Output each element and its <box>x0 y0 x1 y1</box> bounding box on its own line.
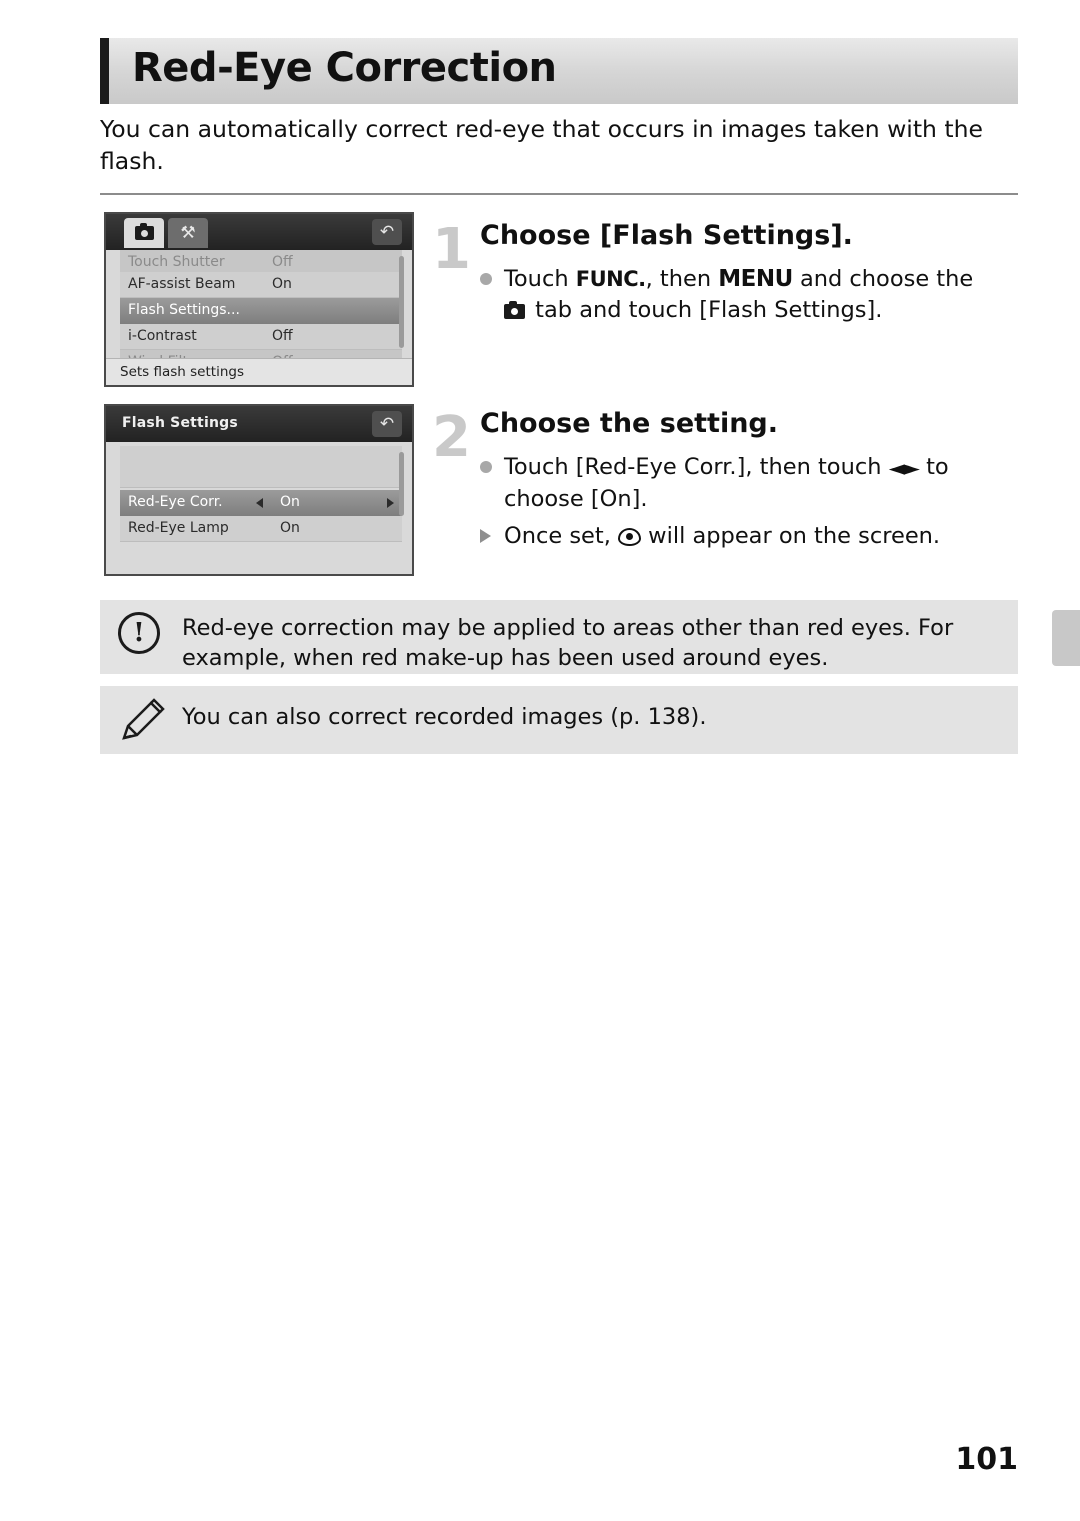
screen1-footer: Sets flash settings <box>106 358 412 385</box>
menu-row-red-eye-corr[interactable]: Red-Eye Corr. On <box>120 490 402 516</box>
arrow-right-icon[interactable] <box>387 498 394 508</box>
page-title: Red-Eye Correction <box>132 45 557 91</box>
menu-row-value: On <box>280 494 300 510</box>
screen1-footer-text: Sets flash settings <box>120 364 244 380</box>
screen2-topbar: Flash Settings ↶ <box>106 406 412 442</box>
wrench-icon: ⚒ <box>180 222 196 243</box>
info-notice: You can also correct recorded images (p.… <box>100 686 1018 754</box>
screen1-topbar: ⚒ ↶ <box>106 214 412 250</box>
tab-settings[interactable]: ⚒ <box>168 218 208 248</box>
menu-row-value: On <box>280 520 300 536</box>
back-button-2[interactable]: ↶ <box>372 411 402 437</box>
step-1-number: 1 <box>432 217 471 282</box>
bullet-dot-icon <box>480 273 492 285</box>
menu-row-label: i-Contrast <box>128 328 197 344</box>
menu-row-af-assist-beam[interactable]: AF-assist Beam On <box>120 272 402 298</box>
menu-row-flash-settings[interactable]: Flash Settings... <box>120 298 402 324</box>
step-2-text2-post: will appear on the screen. <box>641 523 941 549</box>
step-1-text-pre: Touch <box>504 266 576 292</box>
menu-row-red-eye-lamp[interactable]: Red-Eye Lamp On <box>120 516 402 542</box>
step-2-bullet-2-text: Once set, will appear on the screen. <box>504 521 1020 552</box>
bullet-dot-icon <box>480 461 492 473</box>
pencil-icon <box>122 698 165 740</box>
step-1-body: Touch FUNC., then MENU and choose the ta… <box>480 264 1020 326</box>
step-1-text-mid: , then <box>645 266 719 292</box>
exclamation-icon: ! <box>118 612 160 654</box>
menu-row-i-contrast[interactable]: i-Contrast Off <box>120 324 402 350</box>
page-number: 101 <box>955 1442 1018 1477</box>
page-edge-tab <box>1052 610 1080 666</box>
step-2-heading: Choose the setting. <box>480 408 779 439</box>
step-2-body: Touch [Red-Eye Corr.], then touch ◄► to … <box>480 452 1020 552</box>
intro-paragraph: You can automatically correct red-eye th… <box>100 115 983 175</box>
menu-glyph: MENU <box>718 266 793 292</box>
func-glyph: FUNC. <box>575 267 646 291</box>
red-eye-icon <box>618 528 642 546</box>
step-1-text-post: and choose the <box>792 266 974 292</box>
menu-row-label: AF-assist Beam <box>128 276 236 292</box>
camera-icon <box>134 223 154 240</box>
step-2-text-pre: Touch [Red-Eye Corr.], then touch <box>504 454 889 480</box>
camera-menu-screenshot-1: ⚒ ↶ Touch Shutter Off AF-assist Beam On … <box>104 212 414 387</box>
page: Red-Eye Correction You can automatically… <box>0 0 1080 1521</box>
menu-row-value: Off <box>272 328 293 344</box>
info-notice-text: You can also correct recorded images (p.… <box>182 704 707 730</box>
screen2-title: Flash Settings <box>122 415 238 431</box>
menu-row-value: On <box>272 276 292 292</box>
step-2-text2-pre: Once set, <box>504 523 619 549</box>
menu-row-blank <box>120 446 402 488</box>
menu-row-value: Off <box>272 254 293 270</box>
caution-notice-text: Red-eye correction may be applied to are… <box>182 615 954 671</box>
menu-row-label: Red-Eye Lamp <box>128 520 229 536</box>
step-1-heading: Choose [Flash Settings]. <box>480 220 853 251</box>
caution-notice: ! Red-eye correction may be applied to a… <box>100 600 1018 674</box>
menu-row-label: Red-Eye Corr. <box>128 494 223 510</box>
left-right-arrows-icon: ◄► <box>888 456 920 480</box>
scrollbar-1[interactable] <box>399 256 404 348</box>
arrow-left-icon[interactable] <box>256 498 263 508</box>
step-1-text-post2: tab and touch [Flash Settings]. <box>528 297 883 323</box>
scrollbar-2[interactable] <box>399 452 404 516</box>
step-1-bullet-text: Touch FUNC., then MENU and choose the ta… <box>504 264 1020 326</box>
tab-camera[interactable] <box>124 218 164 248</box>
menu-row-label: Flash Settings... <box>128 302 240 318</box>
flash-settings-screenshot-2: Flash Settings ↶ Red-Eye Corr. On Red-Ey… <box>104 404 414 576</box>
back-button-1[interactable]: ↶ <box>372 219 402 245</box>
camera-tab-icon <box>504 301 525 319</box>
menu-row-label: Touch Shutter <box>128 254 225 270</box>
step-2-bullet-1-text: Touch [Red-Eye Corr.], then touch ◄► to … <box>504 452 1020 515</box>
horizontal-rule <box>100 193 1018 195</box>
bullet-triangle-icon <box>480 529 491 543</box>
step-2-number: 2 <box>432 405 471 470</box>
